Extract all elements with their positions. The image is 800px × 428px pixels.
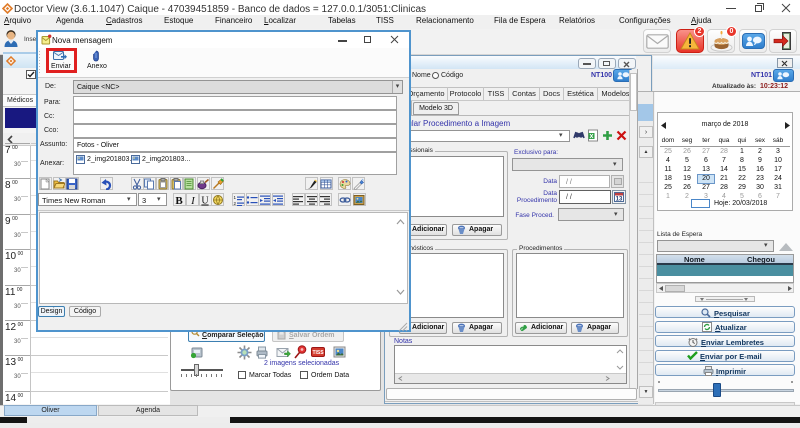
svg-text:13: 13 <box>616 197 623 202</box>
svg-text:2: 2 <box>233 201 236 206</box>
svg-text:I: I <box>190 195 196 206</box>
svg-text:1: 1 <box>233 195 236 200</box>
svg-text:B: B <box>175 195 183 206</box>
svg-text:U: U <box>201 195 209 206</box>
